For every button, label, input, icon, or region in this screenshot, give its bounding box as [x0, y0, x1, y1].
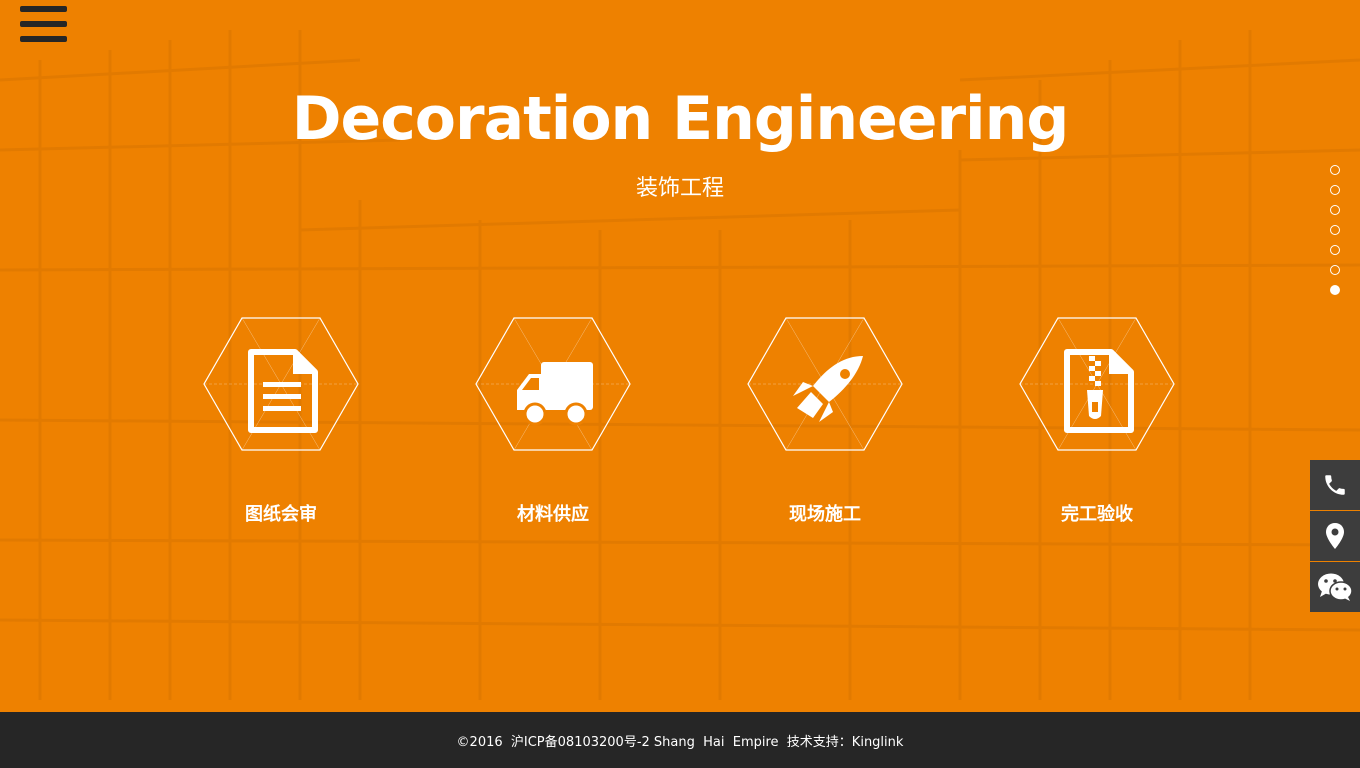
- service-label: 完工验收: [1061, 504, 1133, 525]
- contact-sidebar: [1310, 460, 1360, 613]
- truck-icon: [475, 317, 631, 451]
- section-pager: [1330, 165, 1342, 305]
- wechat-icon: [1318, 573, 1353, 601]
- phone-button[interactable]: [1310, 460, 1360, 510]
- menu-toggle-button[interactable]: [20, 6, 67, 46]
- pager-dot[interactable]: [1330, 165, 1340, 175]
- zip-file-icon: [1019, 317, 1175, 451]
- location-button[interactable]: [1310, 511, 1360, 561]
- page-title: Decoration Engineering: [291, 84, 1070, 154]
- service-item-completion-acceptance[interactable]: 完工验收: [1019, 316, 1175, 525]
- footer-copyright: ©2016 沪ICP备08103200号-2 Shang Hai Empire …: [456, 734, 904, 750]
- service-item-material-supply[interactable]: 材料供应: [475, 316, 631, 525]
- pager-dot[interactable]: [1330, 225, 1340, 235]
- pager-dot[interactable]: [1330, 205, 1340, 215]
- service-label: 现场施工: [789, 504, 861, 525]
- pager-dot[interactable]: [1330, 245, 1340, 255]
- service-item-drawing-review[interactable]: 图纸会审: [203, 316, 359, 525]
- location-pin-icon: [1326, 523, 1344, 549]
- pager-dot-active[interactable]: [1330, 285, 1340, 295]
- service-label: 材料供应: [517, 504, 589, 525]
- document-icon: [203, 317, 359, 451]
- wechat-button[interactable]: [1310, 562, 1360, 612]
- rocket-icon: [747, 317, 903, 451]
- page-subtitle: 装饰工程: [635, 176, 724, 201]
- service-label: 图纸会审: [245, 504, 317, 525]
- phone-icon: [1325, 475, 1345, 495]
- hamburger-menu-icon: [20, 6, 67, 12]
- pager-dot[interactable]: [1330, 185, 1340, 195]
- pager-dot[interactable]: [1330, 265, 1340, 275]
- footer: ©2016 沪ICP备08103200号-2 Shang Hai Empire …: [0, 712, 1360, 768]
- service-item-site-construction[interactable]: 现场施工: [747, 316, 903, 525]
